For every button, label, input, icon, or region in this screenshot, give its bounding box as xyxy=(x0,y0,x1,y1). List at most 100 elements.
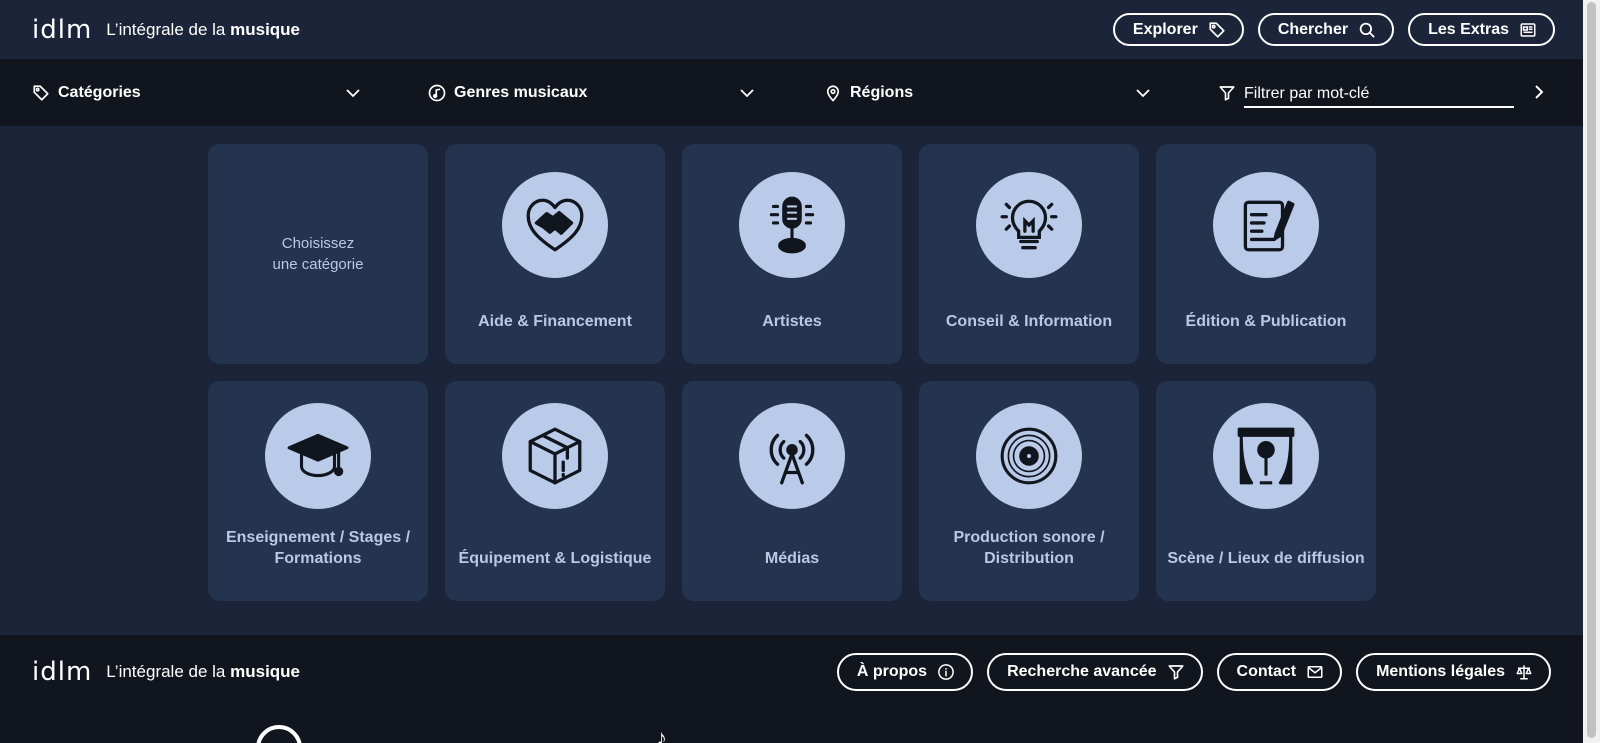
footer-actions: À propos Recherche avancée Contact Menti… xyxy=(836,653,1551,691)
chercher-button[interactable]: Chercher xyxy=(1257,13,1395,46)
regions-dropdown[interactable]: Régions xyxy=(824,59,1152,126)
category-card-aide-financement[interactable]: Aide & Financement xyxy=(445,144,665,364)
tag-icon xyxy=(33,84,49,101)
advanced-search-button[interactable]: Recherche avancée xyxy=(987,653,1203,691)
category-icon-circle xyxy=(502,172,608,278)
tagline-bold: musique xyxy=(230,19,301,39)
category-label: Aide & Financement xyxy=(478,313,632,330)
chevron-down-icon xyxy=(346,88,360,97)
category-card-edition-publication[interactable]: Édition & Publication xyxy=(1156,144,1376,364)
tagline-bold: musique xyxy=(230,662,301,681)
keyword-input[interactable] xyxy=(1244,77,1514,108)
partner-logo-federation[interactable]: ♪ xyxy=(656,725,669,743)
category-card-scene-lieux[interactable]: Scène / Lieux de diffusion xyxy=(1156,381,1376,601)
category-label: Édition & Publication xyxy=(1185,313,1347,330)
logo-mark: idlm xyxy=(32,657,93,687)
newspaper-icon xyxy=(1520,22,1536,37)
category-icon-circle xyxy=(502,403,608,509)
music-note-icon xyxy=(428,84,446,101)
about-label: À propos xyxy=(856,663,928,680)
category-icon-circle xyxy=(265,403,371,509)
choose-category-placeholder: Choisissez une catégorie xyxy=(208,144,428,364)
categories-dropdown[interactable]: Catégories xyxy=(32,59,362,126)
location-pin-icon xyxy=(826,85,840,102)
vinyl-record-icon xyxy=(1000,427,1058,485)
partner-logo-circle[interactable] xyxy=(256,725,302,743)
category-icon-circle xyxy=(1213,172,1319,278)
tagline-prefix: L’intégrale de la xyxy=(106,19,231,39)
category-label: Scène / Lieux de diffusion xyxy=(1167,550,1365,567)
regions-dropdown-label-group: Régions xyxy=(824,84,913,102)
category-label: Production sonore / Distribution xyxy=(953,529,1105,567)
partner-logos: ♪ xyxy=(0,719,1583,743)
explorer-button[interactable]: Explorer xyxy=(1112,13,1244,46)
logo-tagline: L’intégrale de la musique xyxy=(106,662,300,682)
category-label: Enseignement / Stages / Formations xyxy=(225,529,411,567)
site-footer: idlm L’intégrale de la musique À propos … xyxy=(0,635,1583,743)
category-card-production-sonore[interactable]: Production sonore / Distribution xyxy=(919,381,1139,601)
genres-label: Genres musicaux xyxy=(454,83,588,101)
extras-label: Les Extras xyxy=(1428,20,1509,38)
categories-label: Catégories xyxy=(58,83,141,101)
category-label: Médias xyxy=(764,550,820,567)
envelope-icon xyxy=(1307,666,1323,678)
category-label: Équipement & Logistique xyxy=(458,550,652,567)
category-icon-circle xyxy=(976,172,1082,278)
scrollbar-thumb[interactable] xyxy=(1587,2,1596,738)
federation-mark-icon: ♪ xyxy=(656,725,669,743)
info-icon xyxy=(938,664,954,680)
lightbulb-icon xyxy=(1000,199,1058,250)
box-icon xyxy=(528,427,582,485)
contact-button[interactable]: Contact xyxy=(1216,653,1343,691)
category-icon-circle xyxy=(739,172,845,278)
categories-dropdown-label-group: Catégories xyxy=(32,84,141,102)
filter-icon xyxy=(1167,665,1184,680)
legal-label: Mentions légales xyxy=(1376,663,1505,680)
genres-dropdown-label-group: Genres musicaux xyxy=(428,84,587,102)
notepad-pen-icon xyxy=(1243,200,1295,252)
category-card-equipement-logistique[interactable]: Équipement & Logistique xyxy=(445,381,665,601)
contact-label: Contact xyxy=(1236,663,1297,680)
heart-handshake-icon xyxy=(526,198,584,252)
advanced-search-label: Recherche avancée xyxy=(1007,663,1157,680)
search-icon xyxy=(1359,22,1375,38)
logo-tagline: L’intégrale de la musique xyxy=(106,20,300,40)
category-card-medias[interactable]: Médias xyxy=(682,381,902,601)
placeholder-line-1: Choisissez xyxy=(281,235,355,252)
footer-logo[interactable]: idlm L’intégrale de la musique xyxy=(32,659,300,685)
tag-icon xyxy=(1209,21,1225,38)
chercher-label: Chercher xyxy=(1277,20,1349,38)
header-actions: Explorer Chercher Les Extras xyxy=(1112,13,1555,46)
category-icon-circle xyxy=(739,403,845,509)
category-card-artistes[interactable]: Artistes xyxy=(682,144,902,364)
about-button[interactable]: À propos xyxy=(836,653,974,691)
category-label: Artistes xyxy=(762,313,822,330)
microphone-icon xyxy=(769,196,815,254)
page-scrollbar[interactable] xyxy=(1583,0,1600,743)
category-label: Conseil & Information xyxy=(945,313,1113,330)
logo-mark: idlm xyxy=(32,14,93,45)
genres-dropdown[interactable]: Genres musicaux xyxy=(428,59,756,126)
filter-icon xyxy=(1219,85,1235,101)
legal-button[interactable]: Mentions légales xyxy=(1356,653,1551,691)
chevron-down-icon xyxy=(1136,88,1150,97)
footer-top: idlm L’intégrale de la musique À propos … xyxy=(0,635,1583,691)
category-card-conseil-information[interactable]: Conseil & Information xyxy=(919,144,1139,364)
stage-curtain-icon xyxy=(1237,427,1295,485)
chevron-down-icon xyxy=(740,88,754,97)
explorer-label: Explorer xyxy=(1132,20,1198,38)
category-card-enseignement[interactable]: Enseignement / Stages / Formations xyxy=(208,381,428,601)
site-logo[interactable]: idlm L’intégrale de la musique xyxy=(32,17,300,43)
scale-icon xyxy=(1516,665,1532,680)
category-grid: Choisissez une catégorie Aide & Financem… xyxy=(208,144,1376,601)
category-icon-circle xyxy=(1213,403,1319,509)
broadcast-antenna-icon xyxy=(769,433,815,485)
tagline-prefix: L’intégrale de la xyxy=(106,662,231,681)
chevron-right-icon[interactable] xyxy=(1530,83,1548,101)
placeholder-line-2: une catégorie xyxy=(272,256,364,273)
graduation-cap-icon xyxy=(287,433,349,478)
category-icon-circle xyxy=(976,403,1082,509)
extras-button[interactable]: Les Extras xyxy=(1408,13,1555,46)
keyword-filter xyxy=(1218,59,1548,126)
filter-bar: Catégories Genres musicaux Régions xyxy=(0,59,1583,126)
